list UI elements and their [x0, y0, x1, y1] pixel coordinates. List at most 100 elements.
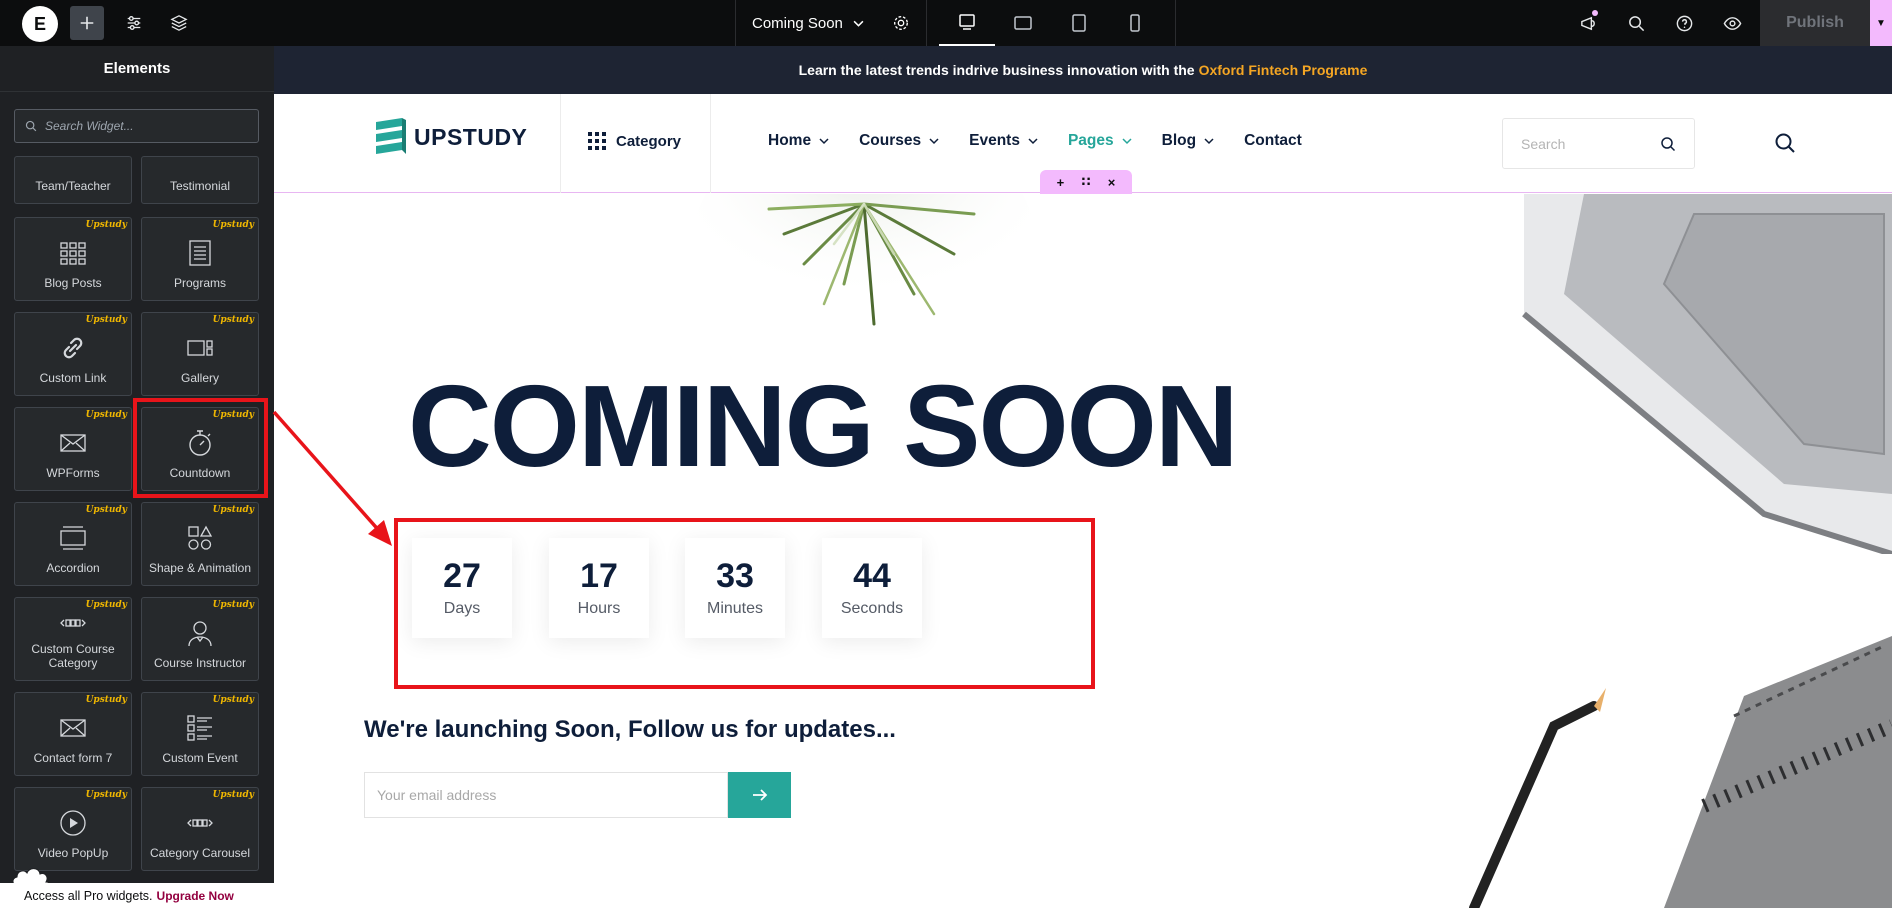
widget-label: Accordion: [46, 561, 100, 575]
logo-text: UPSTUDY: [414, 123, 528, 150]
header-search-input[interactable]: Search: [1502, 118, 1695, 169]
email-placeholder: Your email address: [377, 787, 497, 803]
chevron-down-icon: [1122, 138, 1132, 145]
finder-button[interactable]: [1612, 0, 1660, 46]
instructor-icon: [183, 616, 217, 650]
add-element-button[interactable]: [70, 6, 104, 40]
upstudy-badge: Upstudy: [212, 600, 254, 610]
widget-testimonial[interactable]: Testimonial: [141, 156, 259, 204]
search-icon: [1628, 15, 1644, 31]
widget-team-teacher[interactable]: Team/Teacher: [14, 156, 132, 204]
nav-label: Contact: [1244, 132, 1302, 149]
nav-home[interactable]: Home: [768, 132, 829, 150]
highlight-countdown-widget: [133, 398, 268, 498]
preview-canvas: Learn the latest trends indrive business…: [274, 46, 1892, 908]
widget-custom-link[interactable]: Upstudy Custom Link: [14, 312, 132, 396]
envelope-icon: [56, 711, 90, 745]
main-nav: Home Courses Events Pages Blog Contact: [768, 132, 1302, 150]
delete-section-icon[interactable]: ×: [1108, 175, 1116, 190]
carousel-icon: [183, 806, 217, 840]
widget-blog-posts[interactable]: Upstudy Blog Posts: [14, 217, 132, 301]
widget-programs[interactable]: Upstudy Programs: [141, 217, 259, 301]
nav-label: Pages: [1067, 132, 1114, 149]
subscribe-button[interactable]: [728, 772, 791, 818]
laptop-image: [1522, 194, 1892, 554]
add-section-icon[interactable]: +: [1057, 175, 1065, 190]
widget-contact-form-7[interactable]: Upstudy Contact form 7: [14, 692, 132, 776]
link-icon: [56, 331, 90, 365]
widget-search-placeholder: Search Widget...: [45, 119, 134, 133]
gear-icon[interactable]: [892, 14, 910, 32]
upstudy-badge: Upstudy: [212, 695, 254, 705]
site-settings-button[interactable]: [117, 6, 151, 40]
drag-handle-icon[interactable]: ∷: [1081, 174, 1090, 190]
megaphone-icon: [1580, 16, 1595, 30]
section-handle[interactable]: + ∷ ×: [1040, 170, 1132, 194]
chevron-down-icon: [1204, 138, 1214, 145]
upstudy-badge: Upstudy: [85, 315, 127, 325]
header-search-placeholder: Search: [1521, 135, 1566, 152]
notifications-button[interactable]: [1564, 0, 1612, 46]
upstudy-badge: Upstudy: [85, 220, 127, 230]
search-icon: [25, 120, 37, 132]
nav-label: Blog: [1161, 132, 1197, 149]
layers-icon: [170, 15, 188, 31]
preview-button[interactable]: [1708, 0, 1756, 46]
email-field[interactable]: Your email address: [364, 772, 728, 818]
widget-label: Category Carousel: [149, 846, 251, 860]
widget-label: Custom Link: [39, 371, 107, 385]
tablet-landscape-icon: [1014, 16, 1032, 30]
widget-label: Gallery: [180, 371, 219, 385]
panel-title: Elements: [0, 46, 274, 92]
laptop-view-button[interactable]: [995, 0, 1051, 46]
announcement-text: Learn the latest trends indrive business…: [798, 62, 1195, 78]
widget-wpforms[interactable]: Upstudy WPForms: [14, 407, 132, 491]
upgrade-text: Access all Pro widgets.: [24, 888, 153, 903]
sliders-icon: [127, 16, 141, 30]
announcement-link[interactable]: Oxford Fintech Programe: [1199, 62, 1368, 78]
page-name: Coming Soon: [752, 14, 843, 32]
widget-label: Testimonial: [169, 179, 231, 193]
editor-topbar: E Coming Soon Publish ▼: [0, 0, 1892, 46]
widget-label: WPForms: [46, 466, 100, 480]
site-logo[interactable]: UPSTUDY: [374, 116, 527, 158]
nav-events[interactable]: Events: [969, 132, 1038, 150]
chevron-down-icon: [929, 138, 939, 145]
search-icon[interactable]: [1774, 132, 1796, 154]
page-settings-menu[interactable]: Coming Soon: [752, 0, 910, 46]
help-icon: [1676, 15, 1692, 31]
widget-accordion[interactable]: Upstudy Accordion: [14, 502, 132, 586]
category-label: Category: [616, 132, 682, 150]
widget-custom-event[interactable]: Upstudy Custom Event: [141, 692, 259, 776]
nav-blog[interactable]: Blog: [1162, 132, 1214, 150]
nav-contact[interactable]: Contact: [1244, 132, 1302, 150]
blog-posts-icon: [56, 236, 90, 270]
upgrade-now-link[interactable]: Upgrade Now: [157, 889, 234, 903]
widget-custom-course-category[interactable]: Upstudy Custom Course Category: [14, 597, 132, 681]
publish-button[interactable]: Publish: [1760, 0, 1870, 46]
tablet-icon: [1072, 14, 1086, 32]
widget-shape-animation[interactable]: Upstudy Shape & Animation: [141, 502, 259, 586]
grid-icon: [588, 132, 606, 150]
desktop-view-button[interactable]: [939, 0, 995, 46]
nav-pages[interactable]: Pages: [1068, 132, 1132, 150]
help-button[interactable]: [1660, 0, 1708, 46]
nav-label: Events: [969, 132, 1020, 149]
widget-course-instructor[interactable]: Upstudy Course Instructor: [141, 597, 259, 681]
widget-search-input[interactable]: Search Widget...: [14, 109, 259, 143]
widget-gallery[interactable]: Upstudy Gallery: [141, 312, 259, 396]
category-menu[interactable]: Category: [588, 132, 681, 150]
widget-category-carousel[interactable]: Upstudy Category Carousel: [141, 787, 259, 871]
gallery-icon: [183, 331, 217, 365]
tablet-view-button[interactable]: [1051, 0, 1107, 46]
publish-options-button[interactable]: ▼: [1870, 0, 1892, 46]
elementor-logo-icon[interactable]: E: [22, 6, 58, 42]
eye-icon: [1723, 16, 1741, 30]
nav-courses[interactable]: Courses: [859, 132, 939, 150]
mobile-view-button[interactable]: [1107, 0, 1163, 46]
structure-button[interactable]: [162, 6, 196, 40]
course-category-icon: [56, 606, 90, 640]
upgrade-banner: Access all Pro widgets. Upgrade Now: [0, 883, 274, 908]
plus-icon: [80, 16, 94, 30]
nav-label: Home: [768, 132, 812, 149]
